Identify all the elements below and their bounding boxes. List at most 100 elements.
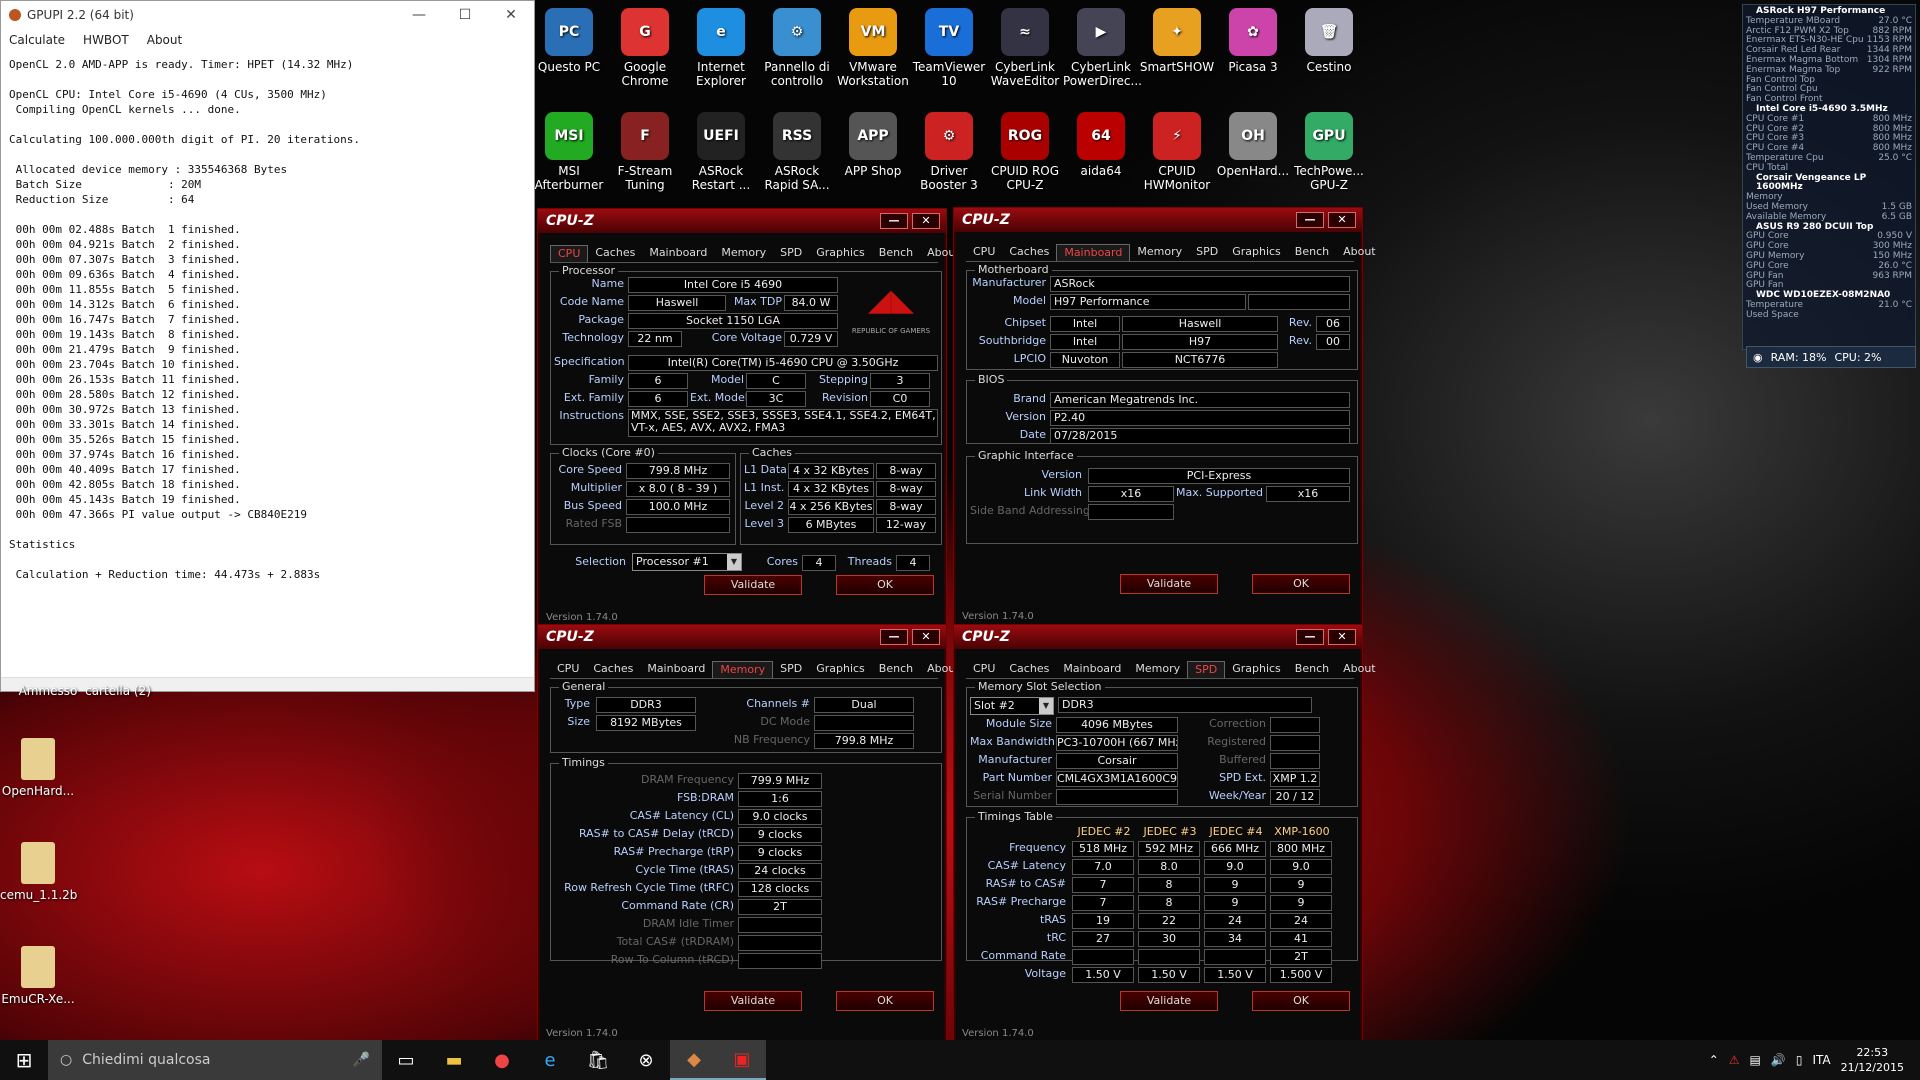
desktop-icon[interactable]: VM VMware Workstation xyxy=(835,8,911,88)
ok-button[interactable]: OK xyxy=(836,575,934,595)
minimize-button[interactable]: — xyxy=(880,213,908,229)
desktop-icon[interactable]: ≈ CyberLink WaveEditor xyxy=(987,8,1063,88)
desktop-icon[interactable]: ▶ CyberLink PowerDirec... xyxy=(1063,8,1142,88)
tab-memory[interactable]: Memory xyxy=(1130,244,1189,261)
validate-button[interactable]: Validate xyxy=(1120,574,1218,594)
tab-mainboard[interactable]: Mainboard xyxy=(1056,661,1128,678)
minimize-button[interactable]: — xyxy=(1296,212,1324,228)
tab-graphics[interactable]: Graphics xyxy=(809,661,872,678)
desktop-icon[interactable]: EmuCR-Xe... xyxy=(0,946,76,1006)
close-button[interactable]: ✕ xyxy=(912,213,940,229)
network-icon[interactable]: ▤ xyxy=(1750,1053,1761,1067)
cpuz-titlebar[interactable]: CPU-Z — ✕ xyxy=(538,209,946,233)
desktop-icon[interactable]: G Google Chrome xyxy=(607,8,683,88)
validate-button[interactable]: Validate xyxy=(1120,991,1218,1011)
warning-icon[interactable]: ⚠ xyxy=(1729,1053,1740,1067)
desktop-icon[interactable]: e Internet Explorer xyxy=(683,8,759,88)
tab-mainboard[interactable]: Mainboard xyxy=(642,245,714,262)
tab-cpu[interactable]: CPU xyxy=(966,244,1002,261)
minimize-button[interactable]: — xyxy=(1296,629,1324,645)
tab-caches[interactable]: Caches xyxy=(586,661,640,678)
task-view-button[interactable]: ▭ xyxy=(382,1040,430,1080)
minimize-button[interactable]: — xyxy=(396,7,442,23)
validate-button[interactable]: Validate xyxy=(704,991,802,1011)
tab-memory[interactable]: Memory xyxy=(1128,661,1187,678)
tab-memory[interactable]: Memory xyxy=(714,245,773,262)
ok-button[interactable]: OK xyxy=(836,991,934,1011)
close-button[interactable]: ✕ xyxy=(1328,629,1356,645)
taskbar-gpupi[interactable]: ◆ xyxy=(670,1040,718,1080)
desktop-icon[interactable]: RSS ASRock Rapid SA... xyxy=(759,112,835,192)
tab-spd[interactable]: SPD xyxy=(773,661,809,678)
taskbar-store[interactable]: 🛍 xyxy=(574,1040,622,1080)
volume-icon[interactable]: 🔊 xyxy=(1771,1053,1786,1067)
tab-cpu[interactable]: CPU xyxy=(966,661,1002,678)
tab-bench[interactable]: Bench xyxy=(872,661,920,678)
desktop-icon[interactable]: GPU TechPowe... GPU-Z xyxy=(1291,112,1367,192)
taskbar-cpuz[interactable]: ▣ xyxy=(718,1040,766,1080)
tab-caches[interactable]: Caches xyxy=(1002,661,1056,678)
menu-hwbot[interactable]: HWBOT xyxy=(83,33,129,47)
slot-select[interactable]: Slot #2 ▼ xyxy=(970,697,1054,715)
desktop-icon[interactable]: ✿ Picasa 3 xyxy=(1215,8,1291,74)
microphone-icon[interactable]: 🎤 xyxy=(353,1052,370,1068)
desktop-icon[interactable]: ✦ SmartSHOW xyxy=(1139,8,1215,74)
desktop-icon[interactable]: ⚙ Pannello di controllo xyxy=(759,8,835,88)
tab-spd[interactable]: SPD xyxy=(1187,661,1226,678)
tab-about[interactable]: About xyxy=(1336,244,1383,261)
desktop-icon[interactable]: APP APP Shop xyxy=(835,112,911,178)
tab-bench[interactable]: Bench xyxy=(1288,244,1336,261)
desktop-icon[interactable]: PC Questo PC xyxy=(531,8,607,74)
notification-icon[interactable]: ▯ xyxy=(1796,1053,1803,1067)
tab-bench[interactable]: Bench xyxy=(1288,661,1336,678)
desktop-icon[interactable]: ⚙ Driver Booster 3 xyxy=(911,112,987,192)
desktop-icon[interactable]: MSI MSI Afterburner xyxy=(531,112,607,192)
tab-mainboard[interactable]: Mainboard xyxy=(640,661,712,678)
tab-caches[interactable]: Caches xyxy=(1002,244,1056,261)
tab-cpu[interactable]: CPU xyxy=(550,245,589,262)
tab-cpu[interactable]: CPU xyxy=(550,661,586,678)
desktop-icon[interactable]: OH OpenHard... xyxy=(1215,112,1291,178)
taskbar-xbox[interactable]: ⊗ xyxy=(622,1040,670,1080)
cpuz-titlebar[interactable]: CPU-Z — ✕ xyxy=(538,625,946,649)
clock[interactable]: 22:53 21/12/2015 xyxy=(1841,1045,1904,1075)
close-button[interactable]: ✕ xyxy=(488,7,534,23)
menu-calculate[interactable]: Calculate xyxy=(9,33,65,47)
language-indicator[interactable]: ITA xyxy=(1812,1053,1830,1067)
cpuz-titlebar[interactable]: CPU-Z — ✕ xyxy=(954,625,1362,649)
partial-icon-label[interactable]: Ammesso xyxy=(10,684,86,698)
close-button[interactable]: ✕ xyxy=(912,629,940,645)
desktop-icon[interactable]: 64 aida64 xyxy=(1063,112,1139,178)
ok-button[interactable]: OK xyxy=(1252,991,1350,1011)
tab-graphics[interactable]: Graphics xyxy=(1225,661,1288,678)
tab-spd[interactable]: SPD xyxy=(773,245,809,262)
tab-graphics[interactable]: Graphics xyxy=(809,245,872,262)
ok-button[interactable]: OK xyxy=(1252,574,1350,594)
desktop-icon[interactable]: F F-Stream Tuning xyxy=(607,112,683,192)
taskbar-edge[interactable]: e xyxy=(526,1040,574,1080)
close-button[interactable]: ✕ xyxy=(1328,212,1356,228)
taskbar-chrome[interactable]: ● xyxy=(478,1040,526,1080)
menu-about[interactable]: About xyxy=(147,33,182,47)
tab-mainboard[interactable]: Mainboard xyxy=(1056,244,1131,261)
desktop-icon[interactable]: OpenHard... xyxy=(0,738,76,798)
tab-spd[interactable]: SPD xyxy=(1189,244,1225,261)
desktop-icon[interactable]: cemu_1.1.2b xyxy=(0,842,77,902)
partial-icon-label[interactable]: cartella (2) xyxy=(76,684,160,698)
cortana-search[interactable]: ○ Chiedimi qualcosa 🎤 xyxy=(48,1040,382,1080)
tab-graphics[interactable]: Graphics xyxy=(1225,244,1288,261)
tab-about[interactable]: About xyxy=(1336,661,1383,678)
maximize-button[interactable]: ☐ xyxy=(442,7,488,23)
desktop-icon[interactable]: ROG CPUID ROG CPU-Z xyxy=(987,112,1063,192)
desktop-icon[interactable]: 🗑 Cestino xyxy=(1291,8,1367,74)
minimize-button[interactable]: — xyxy=(880,629,908,645)
desktop-icon[interactable]: TV TeamViewer 10 xyxy=(911,8,987,88)
cpuz-titlebar[interactable]: CPU-Z — ✕ xyxy=(954,208,1362,232)
tab-caches[interactable]: Caches xyxy=(588,245,642,262)
tab-bench[interactable]: Bench xyxy=(872,245,920,262)
chevron-up-icon[interactable]: ⌃ xyxy=(1709,1053,1719,1067)
validate-button[interactable]: Validate xyxy=(704,575,802,595)
tab-memory[interactable]: Memory xyxy=(712,661,774,678)
taskbar-file-explorer[interactable]: ▬ xyxy=(430,1040,478,1080)
gpupi-titlebar[interactable]: GPUPI 2.2 (64 bit) — ☐ ✕ xyxy=(1,1,534,29)
